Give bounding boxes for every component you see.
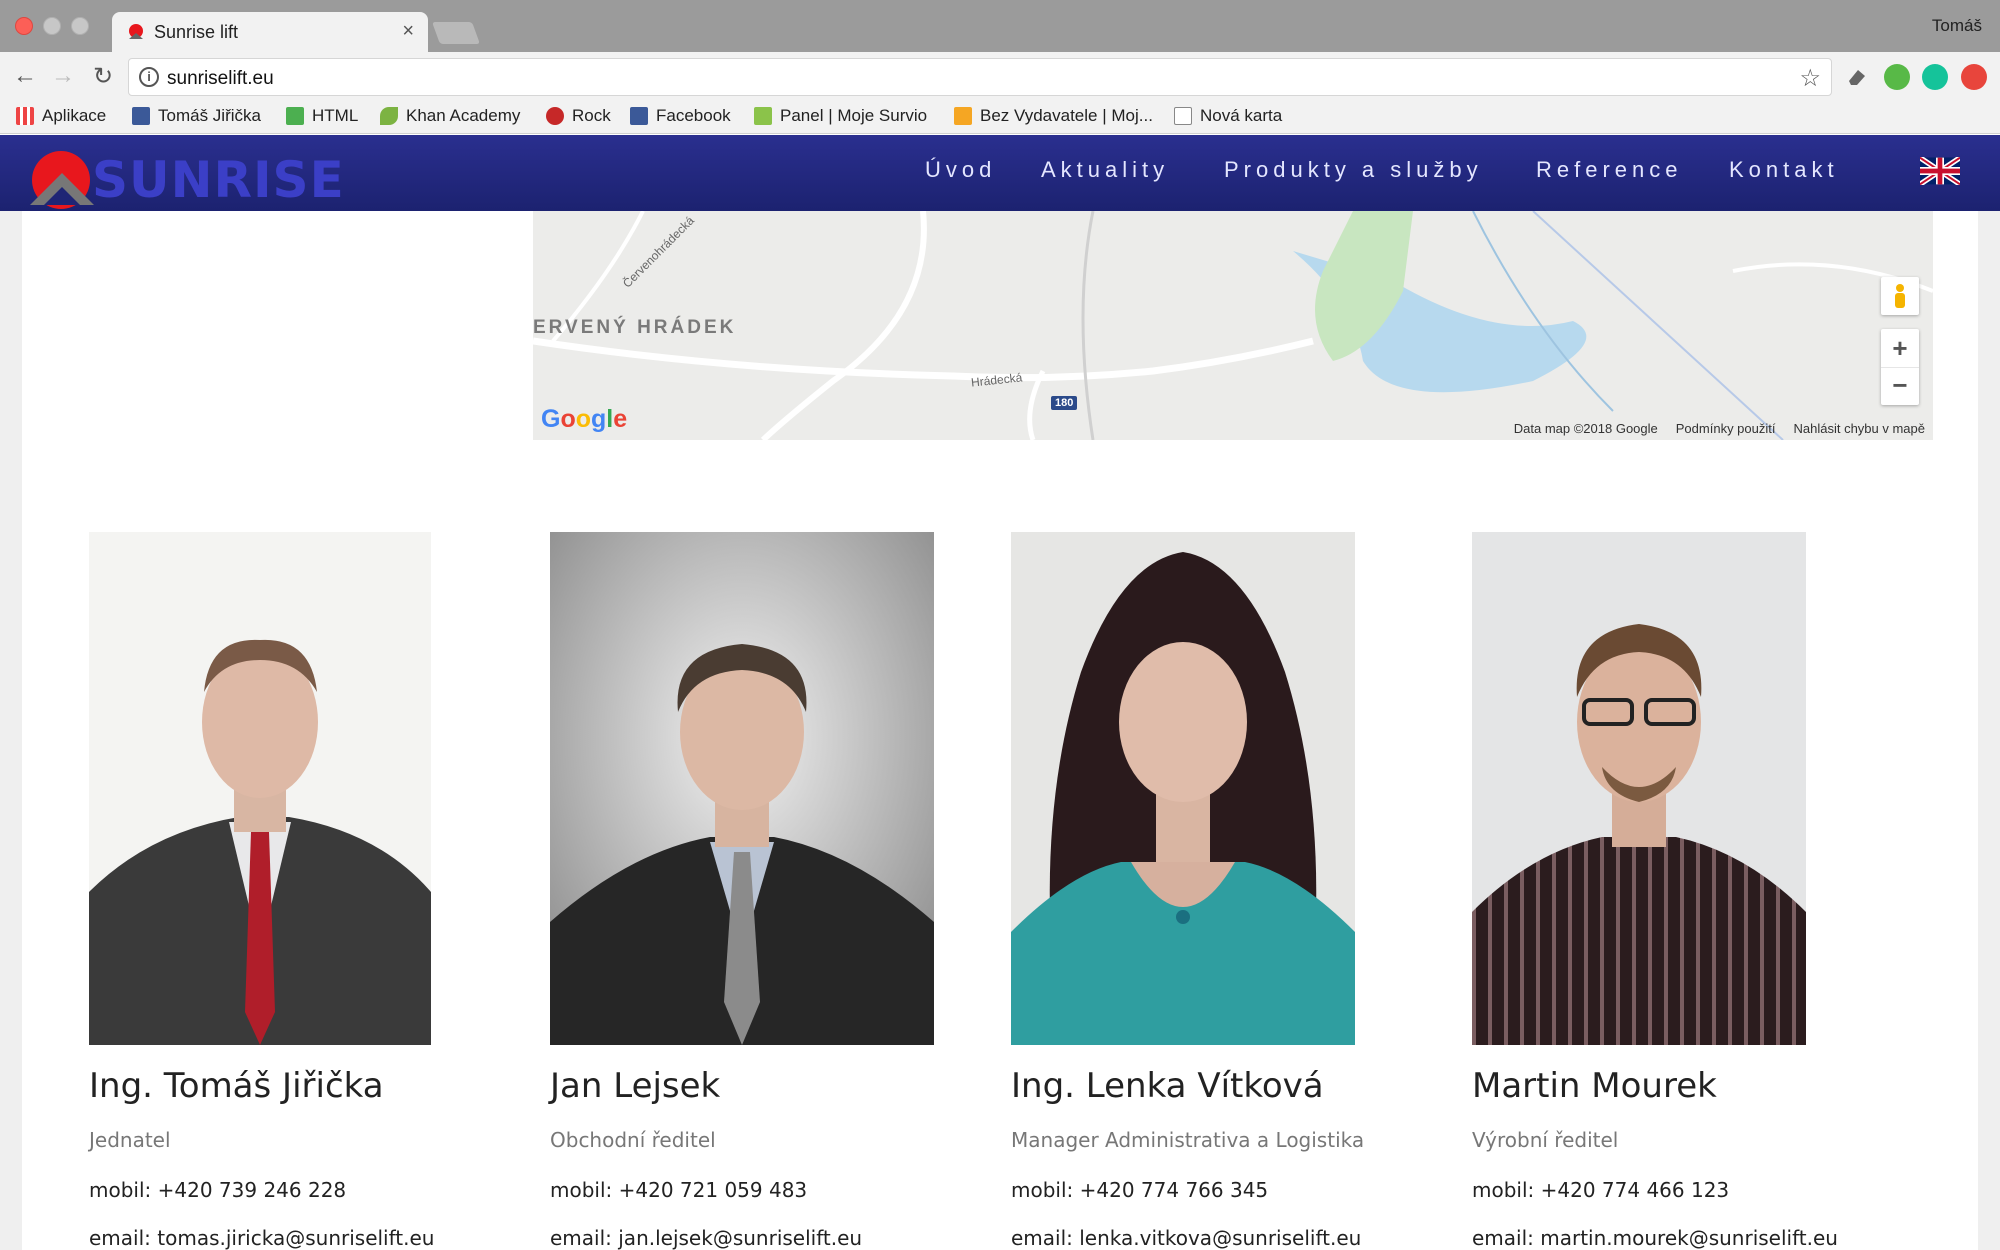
bookmark-apps[interactable]: Aplikace (16, 106, 106, 126)
map-attribution: Data map ©2018 Google (1513, 421, 1658, 436)
rock-icon (546, 107, 564, 125)
member-name: Ing. Tomáš Jiřička (89, 1066, 384, 1106)
forward-icon[interactable]: → (48, 62, 78, 90)
adblock-icon[interactable] (1961, 64, 1987, 90)
browser-tab-bar: Sunrise lift × Tomáš (0, 0, 2000, 52)
facebook-icon (132, 107, 150, 125)
html-icon (286, 107, 304, 125)
portrait-photo (550, 532, 934, 1045)
member-email[interactable]: email: lenka.vitkova@sunriselift.eu (1011, 1226, 1361, 1250)
maximize-window-button[interactable] (71, 17, 89, 35)
map-footer: Data map ©2018 Google Podmínky použití N… (1514, 421, 1925, 436)
address-bar[interactable]: i sunriselift.eu ☆ (128, 58, 1832, 96)
bookmark-label: Khan Academy (406, 106, 521, 125)
member-mobile[interactable]: mobil: +420 721 059 483 (550, 1178, 807, 1202)
zoom-controls: + − (1881, 329, 1919, 405)
member-name: Ing. Lenka Vítková (1011, 1066, 1324, 1106)
grammarly-icon[interactable] (1922, 64, 1948, 90)
bookmark-rock[interactable]: Rock (546, 106, 611, 126)
site-header: SUNRISE Úvod Aktuality Produkty a služby… (0, 135, 2000, 211)
bookmarks-bar: Aplikace Tomáš Jiřička HTML Khan Academy… (0, 102, 2000, 134)
pegman-button[interactable] (1881, 277, 1919, 315)
bookmark-facebook[interactable]: Facebook (630, 106, 731, 126)
member-role: Jednatel (89, 1128, 171, 1152)
close-tab-icon[interactable]: × (402, 20, 414, 43)
portrait-photo (1011, 532, 1355, 1045)
zoom-out-button[interactable]: − (1881, 367, 1919, 405)
survio-icon (754, 107, 772, 125)
page-icon (1174, 107, 1192, 125)
map-town-label: ERVENÝ HRÁDEK (533, 317, 737, 338)
member-role: Výrobní ředitel (1472, 1128, 1619, 1152)
member-email[interactable]: email: jan.lejsek@sunriselift.eu (550, 1226, 862, 1250)
browser-toolbar: ← → ↻ i sunriselift.eu ☆ (0, 52, 2000, 102)
url-text[interactable]: sunriselift.eu (167, 68, 274, 90)
sunrise-favicon-icon (129, 24, 143, 39)
road-number-badge: 180 (1051, 396, 1078, 410)
sunrise-logo[interactable]: SUNRISE (30, 143, 344, 209)
bookmark-tomas-jiricka[interactable]: Tomáš Jiřička (132, 106, 261, 126)
bookmark-label: HTML (312, 106, 359, 125)
logo-text: SUNRISE (92, 151, 345, 209)
apps-grid-icon (16, 107, 34, 125)
profile-name[interactable]: Tomáš (1932, 16, 1982, 36)
google-logo[interactable]: Google (541, 405, 627, 434)
bookmark-label: Rock (572, 106, 611, 125)
bookmark-khan-academy[interactable]: Khan Academy (380, 106, 520, 126)
bookmark-label: Aplikace (42, 106, 107, 125)
nav-produkty-a-sluzby[interactable]: Produkty a služby (1224, 157, 1483, 183)
reload-icon[interactable]: ↻ (88, 62, 118, 91)
bookmark-nova-karta[interactable]: Nová karta (1174, 106, 1282, 126)
member-email[interactable]: email: tomas.jiricka@sunriselift.eu (89, 1226, 434, 1250)
map-report-link[interactable]: Nahlásit chybu v mapě (1793, 421, 1925, 436)
bookmark-label: Facebook (656, 106, 731, 125)
add-extension-icon[interactable] (1884, 64, 1910, 90)
page-background: Červenohrádecká ERVENÝ HRÁDEK Hrádecká 1… (0, 211, 2000, 1250)
uk-flag-icon[interactable] (1920, 157, 1960, 185)
nav-uvod[interactable]: Úvod (925, 157, 996, 183)
map-canvas[interactable] (533, 211, 1933, 440)
close-window-button[interactable] (15, 17, 33, 35)
back-icon[interactable]: ← (10, 62, 40, 90)
bookmark-star-icon[interactable]: ☆ (1799, 64, 1821, 93)
member-mobile[interactable]: mobil: +420 739 246 228 (89, 1178, 346, 1202)
member-mobile[interactable]: mobil: +420 774 766 345 (1011, 1178, 1268, 1202)
nav-aktuality[interactable]: Aktuality (1041, 157, 1169, 183)
site-info-icon[interactable]: i (139, 67, 159, 87)
bookmark-html[interactable]: HTML (286, 106, 358, 126)
google-map[interactable]: Červenohrádecká ERVENÝ HRÁDEK Hrádecká 1… (533, 211, 1933, 440)
member-email[interactable]: email: martin.mourek@sunriselift.eu (1472, 1226, 1838, 1250)
member-name: Martin Mourek (1472, 1066, 1717, 1106)
nav-kontakt[interactable]: Kontakt (1729, 157, 1839, 183)
khan-academy-icon (380, 107, 398, 125)
minimize-window-button[interactable] (43, 17, 61, 35)
eraser-extension-icon[interactable] (1844, 64, 1870, 90)
zoom-in-button[interactable]: + (1881, 329, 1919, 367)
member-name: Jan Lejsek (550, 1066, 721, 1106)
bookmark-survio[interactable]: Panel | Moje Survio (754, 106, 927, 126)
new-tab-button[interactable] (431, 22, 481, 44)
portrait-photo (1472, 532, 1806, 1045)
bookmark-label: Bez Vydavatele | Moj... (980, 106, 1153, 125)
nav-reference[interactable]: Reference (1536, 157, 1683, 183)
member-role: Manager Administrativa a Logistika (1011, 1128, 1365, 1152)
content-area: Červenohrádecká ERVENÝ HRÁDEK Hrádecká 1… (22, 211, 1978, 1250)
portrait-photo (89, 532, 431, 1045)
bookmark-label: Nová karta (1200, 106, 1283, 125)
member-mobile[interactable]: mobil: +420 774 466 123 (1472, 1178, 1729, 1202)
pegman-icon (1895, 284, 1905, 308)
bez-vydavatele-icon (954, 107, 972, 125)
browser-tab[interactable]: Sunrise lift × (112, 12, 428, 52)
map-terms-link[interactable]: Podmínky použití (1676, 421, 1776, 436)
facebook-icon (630, 107, 648, 125)
member-role: Obchodní ředitel (550, 1128, 716, 1152)
bookmark-label: Tomáš Jiřička (158, 106, 261, 125)
tab-title: Sunrise lift (154, 22, 239, 42)
bookmark-label: Panel | Moje Survio (780, 106, 928, 125)
bookmark-bez-vydavatele[interactable]: Bez Vydavatele | Moj... (954, 106, 1153, 126)
